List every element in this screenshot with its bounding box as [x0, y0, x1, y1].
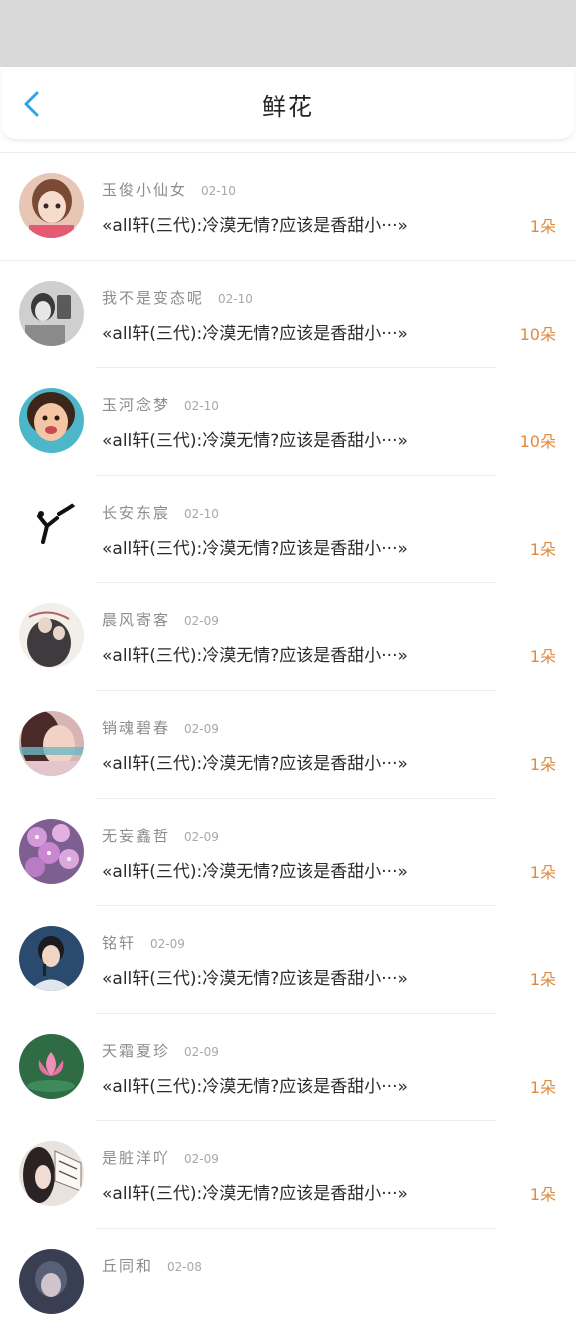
user-name[interactable]: 是脏洋吖 02-09	[102, 1147, 219, 1168]
date: 02-09	[184, 829, 219, 844]
flower-list: 玉俊小仙女 02-10 «all轩(三代):冷漠无情?应该是香甜小···» 1朵 …	[0, 153, 576, 1337]
bw-photo-avatar[interactable]	[19, 280, 84, 346]
flower-count: 1朵	[529, 647, 556, 667]
date: 02-09	[184, 1044, 219, 1059]
fan-avatar[interactable]	[19, 1141, 84, 1207]
calligraphy-avatar[interactable]	[19, 495, 84, 561]
flower-count: 1朵	[529, 754, 556, 774]
date: 02-08	[167, 1259, 202, 1274]
work-title[interactable]: «all轩(三代):冷漠无情?应该是香甜小···»	[102, 1179, 502, 1204]
work-title[interactable]: «all轩(三代):冷漠无情?应该是香甜小···»	[102, 211, 502, 236]
anime-girl-avatar[interactable]	[19, 173, 84, 238]
list-item[interactable]: 长安东宸 02-10 «all轩(三代):冷漠无情?应该是香甜小···» 1朵	[0, 476, 576, 584]
user-name[interactable]: 玉河念梦 02-10	[102, 394, 219, 415]
flower-count: 1朵	[529, 539, 556, 559]
page-title: 鲜花	[262, 93, 314, 121]
lotus-avatar[interactable]	[19, 1033, 84, 1099]
flower-count: 10朵	[519, 324, 556, 344]
singer-avatar[interactable]	[19, 926, 84, 992]
date: 02-09	[184, 1152, 219, 1167]
list-item[interactable]: 玉河念梦 02-10 «all轩(三代):冷漠无情?应该是香甜小···» 10朵	[0, 368, 576, 476]
nav-bar: 鲜花	[2, 67, 574, 139]
user-name[interactable]: 天霜夏珍 02-09	[102, 1040, 219, 1061]
work-title[interactable]: «all轩(三代):冷漠无情?应该是香甜小···»	[102, 749, 502, 774]
user-name[interactable]: 无妄鑫哲 02-09	[102, 825, 219, 846]
child-photo-avatar[interactable]	[19, 388, 84, 454]
list-item[interactable]: 销魂碧春 02-09 «all轩(三代):冷漠无情?应该是香甜小···» 1朵	[0, 691, 576, 799]
user-name[interactable]: 销魂碧春 02-09	[102, 717, 219, 738]
date: 02-09	[184, 614, 219, 629]
status-bar	[0, 0, 576, 67]
flower-count: 1朵	[529, 217, 556, 236]
work-title[interactable]: «all轩(三代):冷漠无情?应该是香甜小···»	[102, 964, 502, 989]
list-item[interactable]: 无妄鑫哲 02-09 «all轩(三代):冷漠无情?应该是香甜小···» 1朵	[0, 799, 576, 907]
date: 02-10	[184, 399, 219, 414]
user-name[interactable]: 晨风寄客 02-09	[102, 609, 219, 630]
user-name[interactable]: 长安东宸 02-10	[102, 502, 219, 523]
work-title[interactable]: «all轩(三代):冷漠无情?应该是香甜小···»	[102, 534, 502, 559]
work-title[interactable]: «all轩(三代):冷漠无情?应该是香甜小···»	[102, 1072, 502, 1097]
work-title[interactable]: «all轩(三代):冷漠无情?应该是香甜小···»	[102, 426, 502, 451]
work-title[interactable]: «all轩(三代):冷漠无情?应该是香甜小···»	[102, 641, 502, 666]
date: 02-10	[218, 291, 253, 306]
flowers-avatar[interactable]	[19, 818, 84, 884]
list-item[interactable]: 天霜夏珍 02-09 «all轩(三代):冷漠无情?应该是香甜小···» 1朵	[0, 1014, 576, 1122]
flower-count: 1朵	[529, 862, 556, 882]
list-item[interactable]: 玉俊小仙女 02-10 «all轩(三代):冷漠无情?应该是香甜小···» 1朵	[0, 153, 576, 261]
flower-count: 10朵	[519, 432, 556, 452]
date: 02-09	[150, 937, 185, 952]
work-title[interactable]: «all轩(三代):冷漠无情?应该是香甜小···»	[102, 319, 502, 344]
list-item[interactable]: 铭轩 02-09 «all轩(三代):冷漠无情?应该是香甜小···» 1朵	[0, 906, 576, 1014]
list-item[interactable]: 丘同和 02-08	[0, 1229, 576, 1337]
portrait-avatar[interactable]	[19, 710, 84, 776]
list-item[interactable]: 晨风寄客 02-09 «all轩(三代):冷漠无情?应该是香甜小···» 1朵	[0, 583, 576, 691]
flower-count: 1朵	[529, 1185, 556, 1205]
user-name[interactable]: 我不是变态呢 02-10	[102, 287, 253, 308]
user-name[interactable]: 铭轩 02-09	[102, 932, 185, 953]
date: 02-10	[184, 506, 219, 521]
work-title[interactable]: «all轩(三代):冷漠无情?应该是香甜小···»	[102, 857, 502, 882]
flower-count: 1朵	[529, 1077, 556, 1097]
user-name[interactable]: 丘同和 02-08	[102, 1255, 202, 1276]
ancient-art-avatar[interactable]	[19, 603, 84, 669]
list-item[interactable]: 我不是变态呢 02-10 «all轩(三代):冷漠无情?应该是香甜小···» 10…	[0, 261, 576, 369]
list-item[interactable]: 是脏洋吖 02-09 «all轩(三代):冷漠无情?应该是香甜小···» 1朵	[0, 1121, 576, 1229]
dark-avatar[interactable]	[19, 1248, 84, 1314]
date: 02-09	[184, 721, 219, 736]
user-name[interactable]: 玉俊小仙女 02-10	[102, 179, 236, 200]
date: 02-10	[201, 184, 236, 198]
flower-count: 1朵	[529, 970, 556, 990]
